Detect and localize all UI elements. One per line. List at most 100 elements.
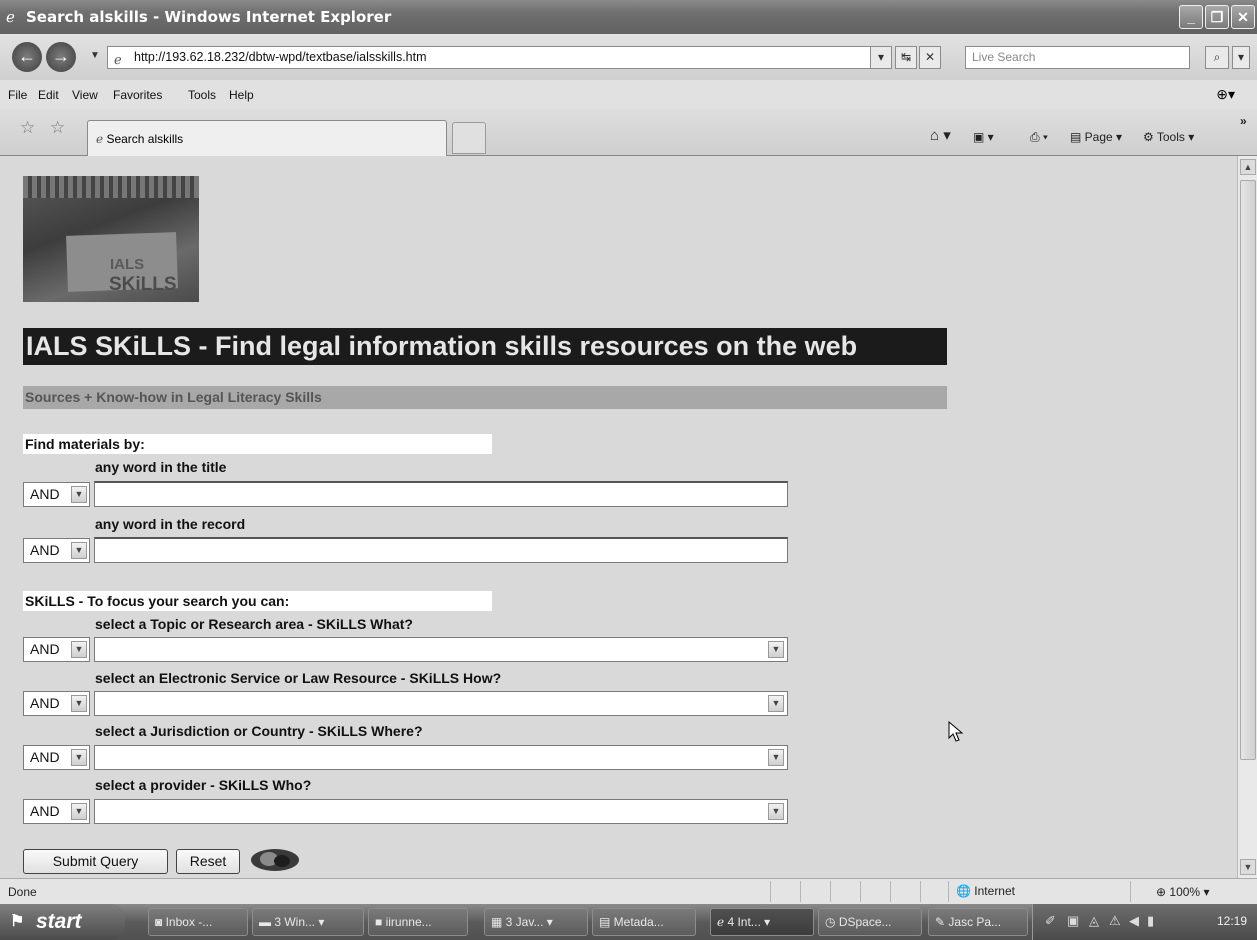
bool-value: AND [30, 542, 60, 558]
chevron-down-icon[interactable]: ▼ [71, 749, 87, 766]
stop-button[interactable]: ✕ [919, 46, 941, 69]
task-jasc-paint[interactable]: ✎ Jasc Pa... [928, 908, 1028, 936]
translate-icon[interactable]: ⊕▾ [1216, 86, 1235, 103]
globe-icon: 🌐 [956, 884, 971, 898]
title-bar: ℯ Search alskills - Windows Internet Exp… [0, 0, 1257, 34]
menu-view[interactable]: View [72, 88, 98, 102]
scroll-up-icon[interactable]: ▲ [1240, 159, 1256, 175]
task-label: iirunne... [385, 915, 432, 929]
bool-value: AND [30, 486, 60, 502]
tray-network-icon[interactable]: ▣ [1067, 913, 1079, 929]
scroll-down-icon[interactable]: ▼ [1240, 859, 1256, 875]
ie-icon: ℯ [6, 9, 15, 26]
address-bar: ← → ▼ ℯ http://193.62.18.232/dbtw-wpd/te… [0, 34, 1257, 80]
task-inbox[interactable]: ◙ Inbox -... [148, 908, 248, 936]
page-menu[interactable]: ▤ Page ▾ [1070, 130, 1122, 144]
refresh-button[interactable]: ↹ [895, 46, 917, 69]
ials-skills-logo: IALS SKiLLS [23, 176, 199, 302]
chevron-down-icon[interactable]: ▼ [71, 695, 87, 712]
scroll-thumb[interactable] [1240, 180, 1256, 760]
task-windows[interactable]: ▬ 3 Win... ▾ [252, 908, 364, 936]
new-tab-button[interactable] [452, 122, 486, 154]
menu-edit[interactable]: Edit [38, 88, 59, 102]
zoom-control[interactable]: ⊕ 100% ▾ [1156, 885, 1209, 899]
feeds-icon[interactable]: ▣ ▾ [973, 130, 994, 144]
how-bool-select[interactable]: AND ▼ [23, 691, 90, 716]
menu-favorites[interactable]: Favorites [113, 88, 162, 102]
minimize-button[interactable]: _ [1179, 5, 1203, 29]
menu-help[interactable]: Help [229, 88, 254, 102]
who-select[interactable]: ▼ [94, 799, 788, 824]
submit-query-button[interactable]: Submit Query [23, 849, 168, 874]
how-label: select an Electronic Service or Law Reso… [95, 670, 502, 686]
menu-file[interactable]: File [8, 88, 27, 102]
where-select[interactable]: ▼ [94, 745, 788, 770]
close-button[interactable]: ✕ [1231, 5, 1255, 29]
favorites-center-icon[interactable]: ☆ [20, 118, 35, 138]
record-field-label: any word in the record [95, 516, 246, 532]
what-select[interactable]: ▼ [94, 637, 788, 662]
forward-button[interactable]: → [46, 42, 76, 72]
tab-label: Search alskills [106, 132, 184, 146]
reset-button[interactable]: Reset [176, 849, 240, 874]
vertical-scrollbar[interactable]: ▲ ▼ [1237, 156, 1257, 878]
page-title: IALS SKiLLS - Find legal information ski… [23, 328, 947, 365]
chevron-down-icon[interactable]: ▼ [768, 641, 784, 658]
where-bool-select[interactable]: AND ▼ [23, 745, 90, 770]
print-icon[interactable]: ⎙ ▾ [1030, 130, 1048, 145]
tab-bar: ☆ ☆ ℯ Search alskills ⌂ ▾ ▣ ▾ ⎙ ▾ ▤ Page… [0, 108, 1257, 156]
chevron-down-icon[interactable]: ▼ [768, 803, 784, 820]
add-favorites-icon[interactable]: ☆ [50, 118, 65, 138]
live-search-input[interactable]: Live Search [965, 46, 1190, 69]
chevron-down-icon[interactable]: ▼ [71, 486, 87, 503]
search-options-button[interactable]: ▾ [1232, 46, 1250, 69]
chevron-down-icon[interactable]: ▼ [71, 641, 87, 658]
task-metadata[interactable]: ▤ Metada... [592, 908, 696, 936]
home-icon[interactable]: ⌂ ▾ [930, 126, 951, 144]
task-label: Metada... [613, 915, 664, 929]
where-label: select a Jurisdiction or Country - SKiLL… [95, 723, 423, 739]
tray-volume-icon[interactable]: ◬ [1089, 913, 1099, 929]
history-dropdown-icon[interactable]: ▼ [90, 50, 100, 61]
chevron-down-icon[interactable]: ▼ [768, 749, 784, 766]
zoom-label: 100% [1169, 885, 1201, 899]
chevron-down-icon[interactable]: ▼ [71, 542, 87, 559]
record-search-input[interactable] [94, 537, 788, 563]
tray-expand-icon[interactable]: ◀ [1129, 913, 1139, 929]
what-bool-select[interactable]: AND ▼ [23, 637, 90, 662]
tray-pen-icon[interactable]: ✐ [1045, 913, 1056, 929]
mouse-cursor-icon [948, 721, 964, 742]
task-java[interactable]: ▦ 3 Jav... ▾ [484, 908, 588, 936]
url-field[interactable]: ℯ http://193.62.18.232/dbtw-wpd/textbase… [107, 46, 892, 69]
back-button[interactable]: ← [12, 42, 42, 72]
tray-monitor-icon[interactable]: ▮ [1147, 913, 1154, 929]
bool-value: AND [30, 749, 60, 765]
title-search-input[interactable] [94, 481, 788, 507]
search-icon[interactable]: ⌕ [1205, 46, 1229, 69]
system-tray: ✐ ▣ ◬ ⚠ ◀ ▮ 12:19 [1032, 904, 1257, 940]
zoom-icon: ⊕ [1156, 885, 1167, 899]
title-field-label: any word in the title [95, 459, 227, 475]
task-internet-explorer[interactable]: ℯ 4 Int... ▾ [710, 908, 814, 936]
status-bar: Done 🌐 Internet ⊕ 100% ▾ [0, 878, 1257, 904]
status-text: Done [8, 885, 37, 899]
task-dspace[interactable]: ◷ DSpace... [818, 908, 922, 936]
start-button[interactable]: ⚑ start [0, 904, 125, 940]
how-select[interactable]: ▼ [94, 691, 788, 716]
who-bool-select[interactable]: AND ▼ [23, 799, 90, 824]
chevron-down-icon[interactable]: ▼ [71, 803, 87, 820]
chevron-more-icon[interactable]: » [1240, 114, 1247, 128]
task-label: 4 Int... [727, 915, 761, 929]
task-iirunner[interactable]: ■ iirunne... [368, 908, 468, 936]
zone-label: Internet [974, 884, 1015, 898]
tray-security-icon[interactable]: ⚠ [1109, 913, 1121, 929]
record-bool-select[interactable]: AND ▼ [23, 538, 90, 563]
tab-search-alskills[interactable]: ℯ Search alskills [87, 120, 447, 156]
title-bool-select[interactable]: AND ▼ [23, 482, 90, 507]
url-dropdown-button[interactable]: ▾ [870, 46, 892, 69]
restore-button[interactable]: ❐ [1205, 5, 1229, 29]
menu-tools[interactable]: Tools [188, 88, 216, 102]
tools-menu[interactable]: ⚙ Tools ▾ [1143, 130, 1194, 144]
browser-window: ℯ Search alskills - Windows Internet Exp… [0, 0, 1257, 940]
chevron-down-icon[interactable]: ▼ [768, 695, 784, 712]
